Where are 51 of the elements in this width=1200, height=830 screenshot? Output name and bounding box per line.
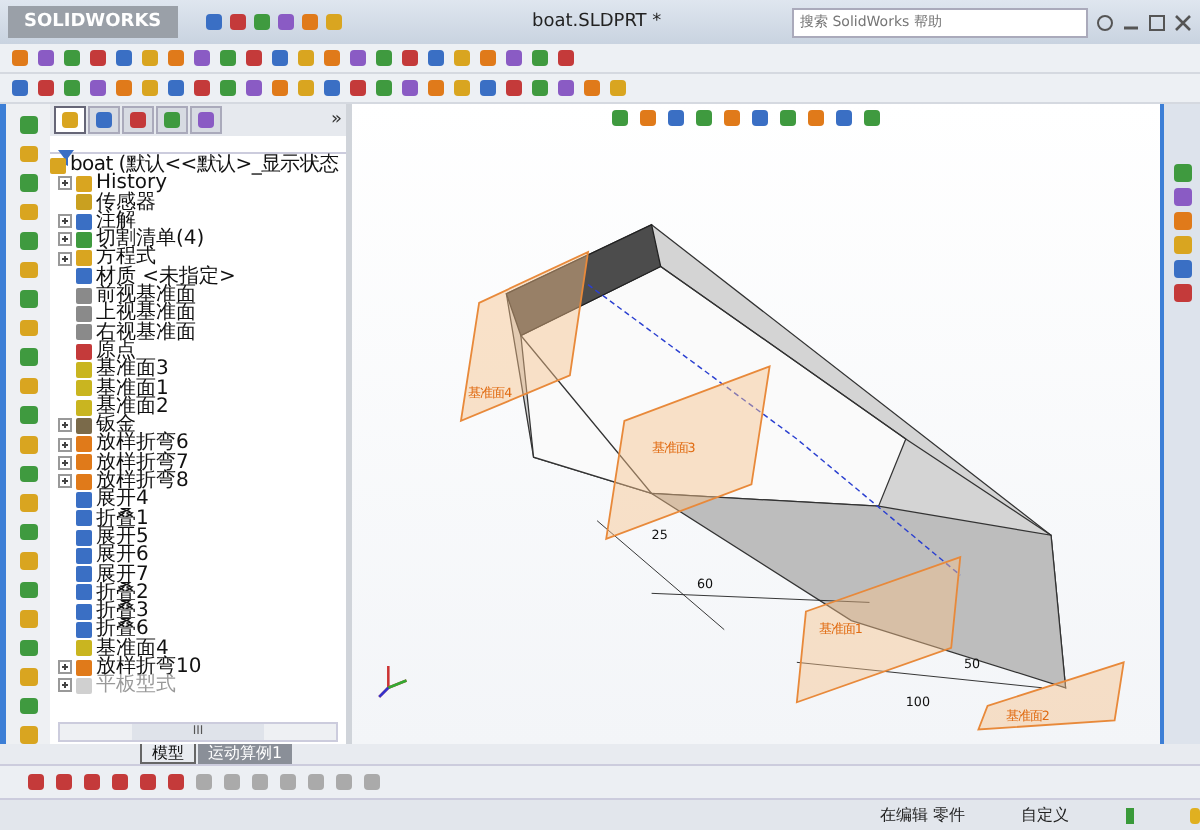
tree-item[interactable]: 展开4 [96,490,149,510]
expand-icon[interactable] [58,418,72,433]
tree-item[interactable]: History [96,174,168,194]
maximize-icon[interactable] [1148,13,1166,31]
tree-item[interactable]: 上视基准面 [96,304,196,324]
tree-item[interactable]: 放样折弯6 [96,434,189,454]
app-logo: SOLIDWORKS [8,6,178,38]
panel-tab[interactable] [156,106,188,134]
tree-item[interactable]: 折叠6 [96,620,149,640]
tree-item[interactable]: 放样折弯10 [96,658,202,677]
part-icon [50,157,66,174]
tree-item[interactable]: 基准面2 [96,397,169,417]
tree-item[interactable]: 原点 [96,341,136,361]
model-tab[interactable]: 模型 [140,744,196,764]
tree-item[interactable]: 展开5 [96,527,149,547]
tree-item[interactable]: 右视基准面 [96,323,196,342]
tree-item[interactable]: 传感器 [96,193,156,212]
tree-item[interactable]: 钣金 [96,416,136,435]
window-title: boat.SLDPRT * [529,12,664,32]
tree-item[interactable]: 切割清单(4) [96,230,205,249]
panel-tab[interactable] [190,106,222,134]
expand-icon[interactable] [58,176,72,191]
tree-item[interactable]: 基准面1 [96,379,169,398]
tree-item[interactable]: boat (默认<<默认>_显示状态 [70,156,339,175]
tree-item[interactable]: 折叠1 [96,509,149,528]
expand-icon[interactable] [58,232,72,247]
axis-triad-icon [377,664,408,699]
tree-item[interactable]: 方程式 [96,248,156,268]
tree-item[interactable]: 折叠2 [96,583,149,603]
expand-icon[interactable] [58,251,72,266]
expand-icon[interactable] [58,474,72,489]
expand-icon[interactable] [58,455,72,470]
close-icon[interactable] [1174,13,1192,31]
units-dropdown[interactable]: 自定义 [1021,804,1070,826]
expand-icon[interactable] [58,437,72,452]
tree-item[interactable]: 展开7 [96,565,149,584]
tree-item[interactable]: 基准面3 [96,360,169,380]
panel-tab[interactable] [54,106,86,134]
tree-item[interactable]: 前视基准面 [96,286,196,305]
tree-item[interactable]: 放样折弯8 [96,472,189,491]
panel-tab[interactable] [88,106,120,134]
expand-icon[interactable] [58,660,72,675]
tree-item[interactable]: 注解 [96,211,136,231]
status-text: 在编辑 零件 [880,804,966,826]
panel-tab[interactable] [122,106,154,134]
tag-icon[interactable] [1189,807,1200,823]
tree-item[interactable]: 展开6 [96,546,149,566]
expand-button[interactable]: » [330,110,342,130]
tree-item[interactable]: 放样折弯7 [96,453,189,473]
expand-icon[interactable] [58,214,72,229]
tree-item[interactable]: 折叠3 [96,602,149,621]
